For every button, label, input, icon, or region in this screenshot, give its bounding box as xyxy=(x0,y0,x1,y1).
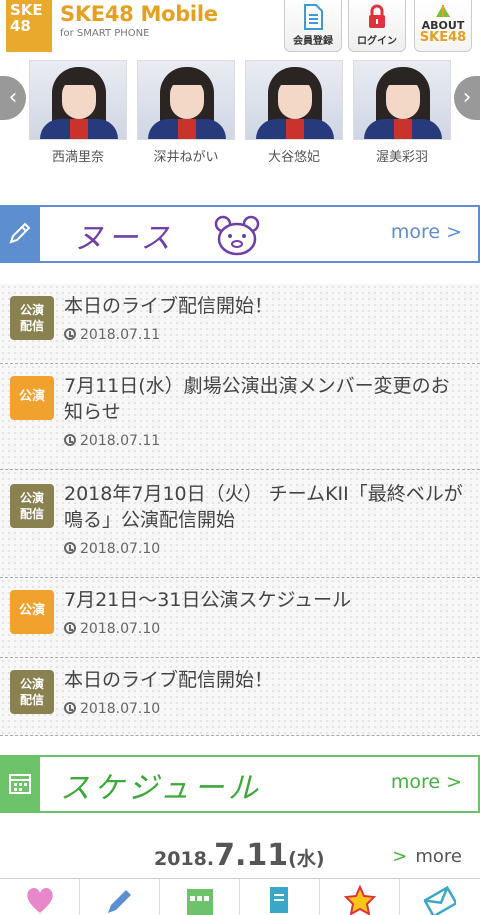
news-title: 本日のライブ配信開始！ xyxy=(64,295,274,317)
member-name: 西満里奈 xyxy=(51,150,104,165)
member-card[interactable]: 渥美彩羽 xyxy=(352,60,452,165)
bottom-nav xyxy=(0,878,480,915)
news-title: 本日のライブ配信開始！ xyxy=(64,669,274,691)
schedule-date-more-label: more xyxy=(415,846,462,867)
news-date: 2018.07.10 xyxy=(80,701,161,717)
nav-documents[interactable] xyxy=(240,879,320,915)
about-brand: SKE48 xyxy=(419,30,467,45)
news-more-link[interactable]: more > xyxy=(391,221,462,243)
nav-news[interactable] xyxy=(80,879,160,915)
member-photo xyxy=(245,60,343,140)
star-icon xyxy=(344,885,376,915)
news-item[interactable]: 公演 配信 2018年7月10日（火） チームKII「最終ベルが鳴る」公演配信開… xyxy=(0,470,480,578)
bear-icon xyxy=(214,215,260,256)
news-badge: 公演 xyxy=(10,590,54,634)
member-name: 深井ねがい xyxy=(153,150,219,165)
ske48-logo[interactable]: SKE 48 xyxy=(6,0,52,52)
member-carousel: ‹ 西満里奈 深井ねがい 大谷悠妃 渥美彩羽 › xyxy=(0,58,480,170)
register-button[interactable]: 会員登録 xyxy=(284,0,342,52)
about-button[interactable]: ABOUT SKE48 xyxy=(414,0,472,52)
brand-title: SKE48 Mobile xyxy=(60,2,218,26)
news-date: 2018.07.11 xyxy=(80,327,161,343)
schedule-date-more-link[interactable]: > more xyxy=(392,846,462,867)
member-photo xyxy=(137,60,235,140)
calendar-icon xyxy=(187,889,213,915)
news-date-row: 2018.07.11 xyxy=(64,433,160,449)
member-card[interactable]: 西満里奈 xyxy=(28,60,128,165)
news-date-row: 2018.07.10 xyxy=(64,701,160,717)
document-icon xyxy=(270,887,288,913)
register-label: 会員登録 xyxy=(293,36,333,47)
news-title: 7月11日(水）劇場公演出演メンバー変更のお知らせ xyxy=(64,375,450,423)
leaf-icon xyxy=(436,5,450,17)
schedule-weekday: (水) xyxy=(288,848,325,870)
logo-line-1: SKE xyxy=(10,1,43,19)
schedule-day: 7.11 xyxy=(214,838,289,873)
news-date-row: 2018.07.10 xyxy=(64,541,160,557)
brand-subtitle: for SMART PHONE xyxy=(60,28,150,39)
header: SKE 48 SKE48 Mobile for SMART PHONE 会員登録… xyxy=(0,0,480,56)
news-item[interactable]: 公演 7月11日(水）劇場公演出演メンバー変更のお知らせ 2018.07.11 xyxy=(0,364,480,470)
news-list: 公演 配信 本日のライブ配信開始！ 2018.07.11 公演 7月11日(水）… xyxy=(0,284,480,736)
news-date-row: 2018.07.11 xyxy=(64,327,160,343)
news-date: 2018.07.10 xyxy=(80,541,161,557)
nav-schedule[interactable] xyxy=(160,879,240,915)
login-label: ログイン xyxy=(357,36,397,47)
nav-mail[interactable] xyxy=(400,879,480,915)
nav-favorites-star[interactable] xyxy=(320,879,400,915)
news-item[interactable]: 公演 7月21日〜31日公演スケジュール 2018.07.10 xyxy=(0,578,480,658)
news-date: 2018.07.10 xyxy=(80,621,161,637)
news-date: 2018.07.11 xyxy=(80,433,161,449)
schedule-date: 2018.7.11(水) xyxy=(154,838,325,873)
news-title: 7月21日〜31日公演スケジュール xyxy=(64,589,352,611)
news-section-title: ヌース xyxy=(74,221,175,256)
brand[interactable]: SKE48 Mobile for SMART PHONE xyxy=(60,2,218,39)
member-photo xyxy=(29,60,127,140)
news-tab xyxy=(0,207,40,261)
member-name: 大谷悠妃 xyxy=(267,150,320,165)
news-section-header: ヌース more > xyxy=(0,205,480,263)
news-badge: 公演 配信 xyxy=(10,296,54,340)
clock-icon xyxy=(64,622,76,634)
chevron-right-icon: > xyxy=(392,846,408,867)
pencil-icon xyxy=(108,890,131,913)
clock-icon xyxy=(64,702,76,714)
schedule-section-title: スケジュール xyxy=(60,771,262,806)
mail-icon xyxy=(424,885,456,915)
news-item[interactable]: 公演 配信 本日のライブ配信開始！ 2018.07.10 xyxy=(0,658,480,736)
news-date-row: 2018.07.10 xyxy=(64,621,160,637)
schedule-year-month: 2018. xyxy=(154,848,215,870)
login-button[interactable]: ログイン xyxy=(348,0,406,52)
pencil-icon xyxy=(9,222,31,244)
member-photo xyxy=(353,60,451,140)
news-badge: 公演 xyxy=(10,376,54,420)
news-badge: 公演 配信 xyxy=(10,670,54,714)
clock-icon xyxy=(64,328,76,340)
member-card[interactable]: 大谷悠妃 xyxy=(244,60,344,165)
schedule-more-link[interactable]: more > xyxy=(391,771,462,793)
document-icon xyxy=(304,4,323,30)
news-badge: 公演 配信 xyxy=(10,484,54,528)
clock-icon xyxy=(64,542,76,554)
carousel-next-button[interactable]: › xyxy=(454,76,480,120)
lock-icon xyxy=(369,4,385,28)
schedule-tab xyxy=(0,757,40,811)
member-name: 渥美彩羽 xyxy=(375,150,428,165)
carousel-prev-button[interactable]: ‹ xyxy=(0,76,26,120)
clock-icon xyxy=(64,434,76,446)
schedule-section-header: スケジュール more > xyxy=(0,755,480,813)
news-item[interactable]: 公演 配信 本日のライブ配信開始！ 2018.07.11 xyxy=(0,284,480,364)
calendar-icon xyxy=(9,774,31,794)
logo-line-2: 48 xyxy=(10,17,31,35)
news-title: 2018年7月10日（火） チームKII「最終ベルが鳴る」公演配信開始 xyxy=(64,483,463,531)
heart-icon xyxy=(27,887,53,913)
nav-favorites[interactable] xyxy=(0,879,80,915)
member-card[interactable]: 深井ねがい xyxy=(136,60,236,165)
